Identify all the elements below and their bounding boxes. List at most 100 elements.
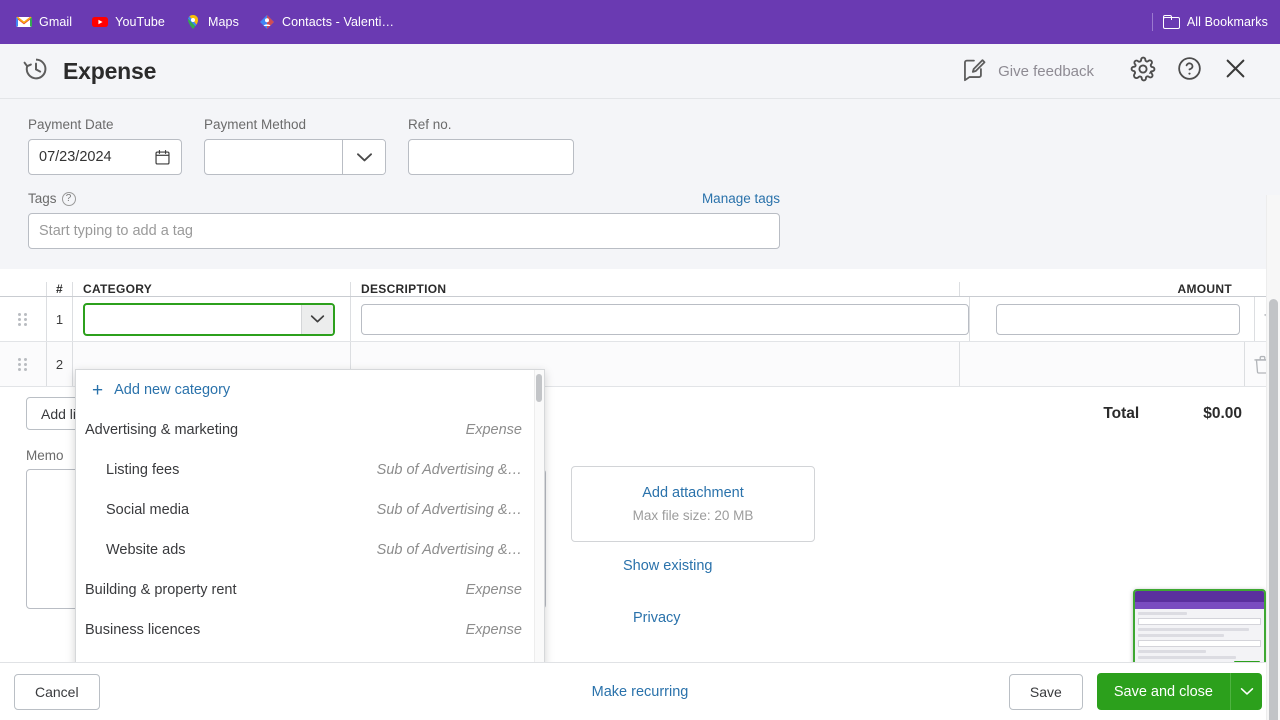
bookmark-bar-right: All Bookmarks <box>1152 13 1268 31</box>
category-dropdown[interactable]: + Add new category Advertising & marketi… <box>75 369 545 666</box>
bookmark-contacts[interactable]: Contacts - Valenti… <box>259 14 394 30</box>
dropdown-item-business-licences[interactable]: Business licences Expense <box>76 610 544 650</box>
save-button[interactable]: Save <box>1009 674 1083 710</box>
header-actions: Give feedback <box>960 48 1258 94</box>
total-label: Total <box>1103 405 1139 423</box>
attachment-group: Add attachment Max file size: 20 MB Show… <box>571 448 871 626</box>
ref-no-input[interactable] <box>408 139 574 175</box>
form-top-section: Payment Date 07/23/2024 Payment Method <box>0 99 1280 269</box>
column-number-header: # <box>46 282 72 296</box>
page-scrollbar-thumb[interactable] <box>1269 299 1278 720</box>
calendar-icon[interactable] <box>154 149 171 166</box>
thumb-box <box>1138 640 1261 647</box>
help-circle-icon[interactable]: ? <box>62 192 76 206</box>
dropdown-item-advertising-marketing[interactable]: Advertising & marketing Expense <box>76 410 544 450</box>
payment-date-input[interactable]: 07/23/2024 <box>28 139 182 175</box>
dropdown-item-type: Sub of Advertising &… <box>377 502 522 518</box>
dropdown-item-type: Expense <box>466 622 522 638</box>
row-number: 2 <box>46 342 72 386</box>
tags-label: Tags <box>28 191 57 206</box>
bookmark-label: Gmail <box>39 15 72 29</box>
app-body: Payment Date 07/23/2024 Payment Method <box>0 99 1280 720</box>
description-cell <box>350 297 969 341</box>
page-scrollbar[interactable] <box>1266 195 1280 720</box>
manage-tags-link[interactable]: Manage tags <box>702 191 780 206</box>
bookmark-maps[interactable]: Maps <box>185 14 239 30</box>
column-description-header: DESCRIPTION <box>350 282 959 296</box>
dropdown-item-type: Expense <box>466 422 522 438</box>
screen-share-thumbnail[interactable] <box>1133 589 1266 672</box>
tags-input[interactable]: Start typing to add a tag <box>28 213 780 249</box>
bookmark-youtube[interactable]: YouTube <box>92 14 165 30</box>
save-and-close-button[interactable]: Save and close <box>1097 673 1262 710</box>
bookmark-label: Contacts - Valenti… <box>282 15 394 29</box>
table-row: 1 <box>0 297 1280 342</box>
all-bookmarks-button[interactable]: All Bookmarks <box>1163 15 1268 29</box>
thumb-line <box>1138 612 1187 615</box>
column-amount-header: AMOUNT <box>959 282 1244 296</box>
category-combobox[interactable] <box>83 303 335 336</box>
description-input[interactable] <box>361 304 969 335</box>
history-clock-icon[interactable] <box>22 55 50 88</box>
help-button[interactable] <box>1166 48 1212 94</box>
grip-dots <box>18 313 28 326</box>
folder-icon <box>1163 15 1180 29</box>
dropdown-item-label: Website ads <box>85 542 186 558</box>
payment-method-value <box>205 140 342 174</box>
amount-input[interactable] <box>996 304 1240 335</box>
title-wrap: Expense <box>22 55 156 88</box>
chevron-down-icon[interactable] <box>342 140 385 174</box>
bookmark-gmail[interactable]: Gmail <box>16 14 72 30</box>
dropdown-item-type: Sub of Advertising &… <box>377 542 522 558</box>
grip-dots <box>18 358 28 371</box>
payment-date-label: Payment Date <box>28 117 182 132</box>
youtube-favicon <box>92 14 108 30</box>
give-feedback-button[interactable]: Give feedback <box>960 55 1094 87</box>
privacy-link[interactable]: Privacy <box>633 610 871 626</box>
drag-handle-icon[interactable] <box>0 297 46 341</box>
browser-bookmark-bar: Gmail YouTube Maps Contacts - Valenti… A… <box>0 0 1280 44</box>
column-category-header: CATEGORY <box>72 282 350 296</box>
dropdown-item-label: Business licences <box>85 622 200 638</box>
thumb-line <box>1138 656 1236 659</box>
dropdown-item-social-media[interactable]: Social media Sub of Advertising &… <box>76 490 544 530</box>
payment-date-value: 07/23/2024 <box>39 149 112 165</box>
ref-no-field-group: Ref no. <box>408 117 574 175</box>
add-new-category-item[interactable]: + Add new category <box>76 370 544 410</box>
dropdown-scrollbar[interactable] <box>534 370 544 665</box>
give-feedback-label: Give feedback <box>998 63 1094 80</box>
amount-cell[interactable] <box>959 342 1244 386</box>
bookmark-label: YouTube <box>115 15 165 29</box>
close-button[interactable] <box>1212 48 1258 94</box>
thumb-line <box>1138 634 1224 637</box>
thumb-box <box>1138 618 1261 625</box>
contacts-favicon <box>259 14 275 30</box>
footer-bar: Cancel Make recurring Save Save and clos… <box>0 662 1280 720</box>
dropdown-item-listing-fees[interactable]: Listing fees Sub of Advertising &… <box>76 450 544 490</box>
maps-favicon <box>185 14 201 30</box>
chevron-down-icon[interactable] <box>301 305 333 334</box>
drag-handle-icon[interactable] <box>0 342 46 386</box>
payment-date-field-group: Payment Date 07/23/2024 <box>28 117 182 175</box>
payment-method-label: Payment Method <box>204 117 386 132</box>
show-existing-link[interactable]: Show existing <box>623 558 871 574</box>
payment-method-select[interactable] <box>204 139 386 175</box>
chevron-down-icon[interactable] <box>1230 673 1262 710</box>
dropdown-scrollbar-thumb[interactable] <box>536 374 542 402</box>
dropdown-item-website-ads[interactable]: Website ads Sub of Advertising &… <box>76 530 544 570</box>
all-bookmarks-label: All Bookmarks <box>1187 15 1268 29</box>
total-value: $0.00 <box>1203 405 1242 423</box>
dropdown-scroll-area: + Add new category Advertising & marketi… <box>76 370 544 665</box>
cancel-button[interactable]: Cancel <box>14 674 100 710</box>
field-row: Payment Date 07/23/2024 Payment Method <box>28 117 1280 175</box>
category-cell <box>72 297 350 341</box>
make-recurring-link[interactable]: Make recurring <box>592 684 689 700</box>
add-attachment-link[interactable]: Add attachment <box>642 485 744 501</box>
settings-button[interactable] <box>1120 48 1166 94</box>
dropdown-item-building-property-rent[interactable]: Building & property rent Expense <box>76 570 544 610</box>
thumb-line <box>1138 650 1206 653</box>
payment-method-field-group: Payment Method <box>204 117 386 175</box>
dropdown-item-label: Social media <box>85 502 189 518</box>
close-icon <box>1222 55 1249 87</box>
attachment-dropzone[interactable]: Add attachment Max file size: 20 MB <box>571 466 815 542</box>
